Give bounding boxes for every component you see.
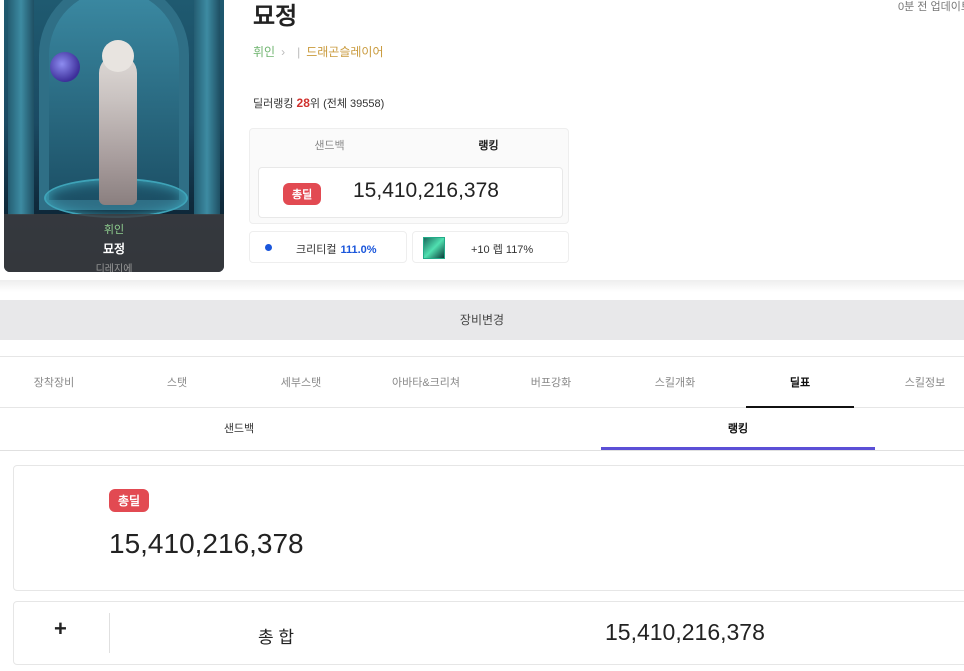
total-damage-badge-large: 총딜: [109, 489, 150, 512]
summary-total-box: 총딜 15,410,216,378: [258, 167, 563, 218]
ranking-suffix: 위: [309, 98, 321, 110]
tab-stats[interactable]: 스탯: [123, 357, 231, 408]
sum-label: 총 합: [258, 628, 295, 647]
character-figure: [99, 55, 137, 205]
sub-tab-bar: 샌드백 랭킹: [0, 409, 964, 451]
chevron-right-icon: ›: [281, 45, 286, 59]
divider: |: [297, 45, 301, 59]
crit-label: 크리티컬 111.0%: [296, 244, 377, 256]
tab-avatar-creature[interactable]: 아바타&크리쳐: [372, 357, 480, 408]
caption-name: 묘정: [102, 242, 126, 256]
character-head: [102, 40, 134, 72]
section-shadow: [0, 280, 964, 292]
dealer-ranking: 딜러랭킹 28위 (전체 39558): [253, 95, 384, 111]
total-damage-badge: 총딜: [283, 183, 322, 205]
tab-detail-stats[interactable]: 세부스탯: [247, 357, 355, 408]
total-damage-card: 총딜 15,410,216,378: [13, 465, 964, 591]
summary-total-value: 15,410,216,378: [353, 179, 499, 202]
caption-server: 디레지에: [95, 264, 133, 272]
update-status[interactable]: 0분 전 업데이트: [898, 0, 964, 14]
enchant-label: +10 렙 117%: [471, 244, 534, 256]
subtab-ranking[interactable]: 랭킹: [601, 409, 875, 450]
tab-skill-bloom[interactable]: 스킬개화: [621, 357, 729, 408]
subtab-sandbag[interactable]: 샌드백: [0, 409, 478, 450]
breadcrumb-subclass[interactable]: 드래곤슬레이어: [306, 45, 383, 59]
pillar-left: [8, 0, 34, 215]
gem-icon: [423, 237, 445, 259]
tab-buff-enhance[interactable]: 버프강화: [497, 357, 605, 408]
tab-skill-info[interactable]: 스킬정보: [871, 357, 964, 408]
main-tab-bar: 장착장비 스탯 세부스탯 아바타&크리쳐 버프강화 스킬개화 딜표 스킬정보: [0, 356, 964, 408]
portrait-caption: 휘인 묘정 디레지에: [4, 214, 224, 272]
tab-damage-table[interactable]: 딜표: [746, 357, 854, 408]
ranking-number: 28: [296, 96, 310, 110]
equip-change-button[interactable]: 장비변경: [0, 300, 964, 340]
sum-row: + 총 합 15,410,216,378: [13, 601, 964, 665]
total-damage-value: 15,410,216,378: [109, 528, 304, 559]
crit-dot-icon: [265, 244, 272, 251]
breadcrumb: 휘인 › | 드래곤슬레이어: [253, 43, 384, 60]
summary-tab-sandbag[interactable]: 샌드백: [250, 129, 409, 163]
pillar-right: [194, 0, 220, 215]
breadcrumb-class[interactable]: 휘인: [253, 45, 275, 59]
row-divider: [109, 613, 110, 653]
ranking-prefix: 딜러랭킹: [253, 98, 294, 110]
damage-summary-card: 샌드백 랭킹 총딜 15,410,216,378: [249, 128, 569, 224]
enchant-stat-box: +10 렙 117%: [412, 231, 569, 263]
summary-tabs: 샌드백 랭킹: [250, 129, 568, 163]
expand-button[interactable]: +: [54, 616, 67, 642]
summary-tab-ranking[interactable]: 랭킹: [409, 129, 568, 163]
caption-class: 휘인: [103, 224, 125, 236]
character-name: 묘정: [253, 3, 298, 30]
ranking-total: (전체 39558): [323, 98, 385, 110]
orb-weapon: [50, 52, 80, 82]
crit-stat-box: 크리티컬 111.0%: [249, 231, 407, 263]
character-portrait: 휘인 묘정 디레지에: [4, 0, 224, 272]
sum-value: 15,410,216,378: [605, 619, 765, 645]
crit-value: 111.0%: [340, 244, 377, 256]
tab-equipment[interactable]: 장착장비: [0, 357, 108, 408]
